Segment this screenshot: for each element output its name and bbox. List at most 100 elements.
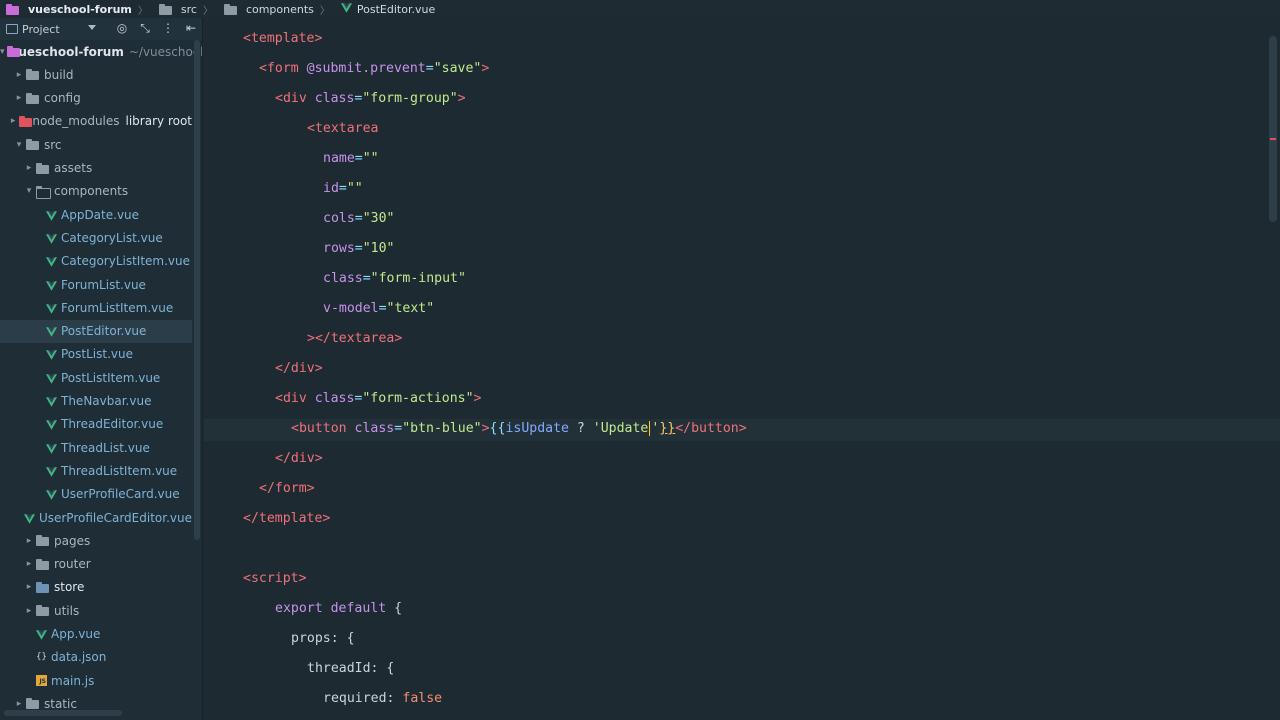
chevron-down-icon[interactable]: ▾	[0, 47, 5, 57]
tree-item[interactable]: UserProfileCardEditor.vue	[0, 506, 192, 529]
breadcrumb-item[interactable]: 〉 src	[132, 2, 197, 17]
error-stripe-marker[interactable]	[1270, 138, 1276, 140]
tree-item[interactable]: ForumListItem.vue	[0, 296, 192, 319]
sidebar-scrollbar-horizontal[interactable]	[4, 710, 122, 716]
code-line[interactable]: id=""	[323, 179, 363, 199]
tree-item[interactable]: ▾ components	[0, 180, 192, 203]
breadcrumb-item[interactable]: 〉 components	[197, 2, 314, 17]
code-token: >	[481, 61, 490, 76]
chevron-down-icon[interactable]: ▾	[14, 140, 24, 150]
tree-item[interactable]: ▸ assets	[0, 157, 192, 180]
tree-item[interactable]: ThreadEditor.vue	[0, 413, 192, 436]
more-options-icon[interactable]: ⋮	[161, 21, 175, 36]
tree-item[interactable]: CategoryList.vue	[0, 226, 192, 249]
chevron-right-icon[interactable]: ▸	[24, 606, 34, 616]
code-token: </div>	[275, 451, 323, 466]
code-line[interactable]: required: false	[323, 689, 442, 709]
tree-item-label: ThreadEditor.vue	[61, 417, 164, 432]
tree-item[interactable]: AppDate.vue	[0, 203, 192, 226]
code-line[interactable]: </div>	[275, 449, 323, 469]
code-token: =	[354, 211, 363, 226]
code-line[interactable]: </form>	[259, 479, 315, 499]
breadcrumb-item[interactable]: vueschool-forum	[6, 3, 132, 16]
tree-item[interactable]: {} data.json	[0, 646, 192, 669]
code-line[interactable]: <textarea	[307, 119, 378, 139]
tree-item[interactable]: PostEditor.vue	[0, 319, 192, 343]
chevron-right-icon[interactable]: ▸	[10, 116, 17, 126]
tree-item[interactable]: ▾ src	[0, 133, 192, 156]
code-line[interactable]: class="form-input"	[323, 269, 466, 289]
chevron-right-icon[interactable]: ▸	[24, 163, 34, 173]
code-line[interactable]: threadId: {	[307, 659, 394, 679]
chevron-right-icon[interactable]: ▸	[14, 93, 24, 103]
code-line[interactable]: <script>	[243, 569, 307, 589]
code-line[interactable]: v-model="text"	[323, 299, 434, 319]
tree-item[interactable]: ▸ utils	[0, 599, 192, 622]
chevron-right-icon[interactable]: ▸	[24, 582, 34, 592]
tree-item[interactable]: ThreadList.vue	[0, 436, 192, 459]
code-line[interactable]: <button class="btn-blue">{{isUpdate ? 'U…	[291, 419, 747, 439]
chevron-right-icon[interactable]: ▸	[24, 559, 34, 569]
code-token: =	[425, 61, 434, 76]
tree-item[interactable]: App.vue	[0, 623, 192, 646]
vue-file-icon	[46, 280, 57, 291]
chevron-right-icon[interactable]: ▸	[14, 699, 24, 709]
code-token: class	[314, 91, 355, 106]
code-line[interactable]: <div class="form-group">	[275, 89, 466, 109]
code-line[interactable]: <template>	[243, 29, 322, 49]
code-token: =	[362, 271, 371, 286]
code-line[interactable]: name=""	[323, 149, 379, 169]
project-panel-icon	[6, 24, 18, 34]
code-line[interactable]: </template>	[243, 509, 330, 529]
code-token: id	[323, 181, 339, 196]
chevron-down-icon[interactable]: ▾	[24, 186, 34, 196]
tree-item[interactable]: TheNavbar.vue	[0, 390, 192, 413]
tree-item[interactable]: ▸ config	[0, 87, 192, 110]
tree-item[interactable]: ▾ vueschool-forum ~/vueschool	[0, 40, 202, 63]
breadcrumb-label: src	[180, 2, 197, 16]
code-token: <script>	[243, 571, 307, 586]
tree-item[interactable]: ▸ store	[0, 576, 192, 599]
code-line[interactable]: export default {	[275, 599, 402, 619]
sidebar-scrollbar-vertical[interactable]	[194, 40, 200, 540]
folder-icon	[26, 92, 40, 104]
vue-file-icon	[46, 256, 57, 267]
locate-file-icon[interactable]: ◎	[115, 21, 129, 36]
chevron-down-icon[interactable]	[88, 25, 96, 30]
tree-item[interactable]: ▸ pages	[0, 529, 192, 552]
tree-item[interactable]: ThreadListItem.vue	[0, 459, 192, 482]
tree-item-label: store	[54, 580, 85, 595]
collapse-all-icon[interactable]: ⤡	[138, 21, 152, 36]
tree-item[interactable]: UserProfileCard.vue	[0, 483, 192, 506]
tree-item[interactable]: ▸ node_modules library root	[0, 110, 192, 133]
code-line[interactable]: rows="10"	[323, 239, 394, 259]
tree-item[interactable]: JS main.js	[0, 669, 192, 692]
code-line[interactable]: </div>	[275, 359, 323, 379]
tree-item-label: components	[54, 184, 129, 199]
code-line[interactable]: <form @submit.prevent="save">	[259, 59, 489, 79]
code-token: {{	[489, 421, 506, 436]
code-line[interactable]: props: {	[291, 629, 355, 649]
project-view-selector[interactable]: Project	[22, 23, 60, 36]
code-token: v-model	[323, 301, 379, 316]
hide-panel-icon[interactable]: ⇤	[184, 21, 198, 36]
tree-item[interactable]: PostList.vue	[0, 343, 192, 366]
code-editor[interactable]: <template> <form @submit.prevent="save"> <…	[204, 18, 1280, 720]
vue-file-icon	[46, 349, 57, 361]
project-sidebar: Project ◎ ⤡ ⋮ ⇤ ▾ vueschool-forum ~/vuesch…	[0, 18, 203, 720]
chevron-right-icon[interactable]: ▸	[24, 536, 34, 546]
tree-item[interactable]: PostListItem.vue	[0, 366, 192, 389]
code-line[interactable]: <div class="form-actions">	[275, 389, 481, 409]
code-line[interactable]: cols="30"	[323, 209, 394, 229]
breadcrumb-item[interactable]: 〉 PostEditor.vue	[314, 2, 435, 17]
editor-scrollbar[interactable]	[1269, 36, 1277, 222]
code-token: 'Update	[592, 421, 649, 436]
code-line[interactable]: ></textarea>	[307, 329, 402, 349]
tree-item[interactable]: ▸ build	[0, 63, 192, 86]
tree-item[interactable]: CategoryListItem.vue	[0, 250, 192, 273]
project-panel-header: Project ◎ ⤡ ⋮ ⇤	[0, 18, 202, 40]
code-token: ></textarea>	[307, 331, 403, 346]
chevron-right-icon[interactable]: ▸	[14, 70, 24, 80]
tree-item[interactable]: ▸ router	[0, 553, 192, 576]
tree-item[interactable]: ForumList.vue	[0, 273, 192, 296]
